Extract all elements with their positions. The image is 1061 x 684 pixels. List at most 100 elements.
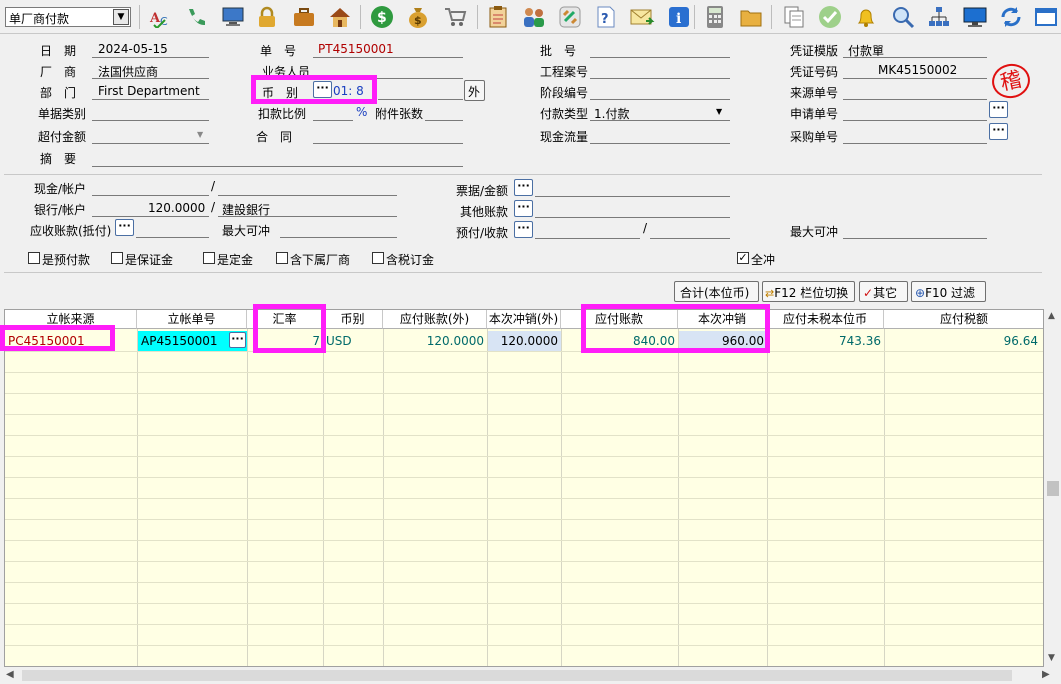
briefcase-icon[interactable] (291, 4, 317, 30)
dollar-coin-icon[interactable]: $ (369, 4, 395, 30)
col-header-currency[interactable]: 币别 (323, 310, 383, 329)
doc-no-value[interactable]: PT45150001 (318, 42, 394, 56)
cell-payable-foreign[interactable]: 120.0000 (383, 331, 487, 351)
attach-field[interactable] (425, 120, 463, 121)
cell-offset-foreign[interactable]: 120.0000 (488, 331, 561, 351)
max-offset-label-right: 最大可冲 (790, 225, 839, 239)
table-row[interactable]: PC45150001 AP45150001 ··· 7 USD 120.0000… (5, 330, 1043, 351)
col-header-tax[interactable]: 应付税额 (884, 310, 1043, 329)
folder-icon[interactable] (738, 4, 764, 30)
pay-type-dropdown-icon[interactable]: ▼ (716, 107, 722, 116)
cell-untaxed[interactable]: 743.36 (767, 331, 884, 351)
scrollbar-thumb[interactable] (22, 670, 1012, 681)
purchase-no-field[interactable] (843, 143, 987, 144)
sub-vendor-checkbox[interactable] (276, 252, 288, 264)
notes-lookup-button[interactable]: ··· (514, 179, 533, 196)
mail-icon[interactable] (629, 4, 655, 30)
help-document-icon[interactable]: ? (593, 4, 619, 30)
purchase-no-lookup-button[interactable]: ··· (989, 123, 1008, 140)
receivable-field[interactable] (136, 237, 209, 238)
copy-document-icon[interactable] (781, 4, 807, 30)
currency-value[interactable]: 01: 8 (333, 84, 364, 98)
cash-account-field[interactable] (218, 195, 397, 196)
bank-amount-field-line (92, 216, 209, 217)
scroll-up-icon[interactable]: ▲ (1048, 311, 1055, 321)
discount-field[interactable] (313, 120, 353, 121)
bank-amount-value[interactable]: 120.0000 (148, 201, 205, 215)
prepay-amount-field[interactable] (535, 238, 640, 239)
horizontal-scrollbar[interactable]: ◀ ▶ (0, 667, 1061, 684)
apply-no-lookup-button[interactable]: ··· (989, 101, 1008, 118)
summary-field[interactable] (92, 166, 463, 167)
magnifier-icon[interactable] (890, 4, 916, 30)
full-offset-checkbox[interactable]: ✓ (737, 252, 749, 264)
toolbar-separator (694, 5, 695, 29)
other-account-lookup-button[interactable]: ··· (514, 200, 533, 217)
org-chart-icon[interactable] (926, 4, 952, 30)
users-icon[interactable] (521, 4, 547, 30)
col-header-offset-foreign[interactable]: 本次冲销(外) (487, 310, 561, 329)
cash-flow-field[interactable] (590, 143, 730, 144)
chevron-down-icon[interactable]: ▼ (113, 9, 129, 25)
total-base-currency-button[interactable]: 合计(本位币) (674, 281, 759, 302)
dept-value[interactable]: First Department (98, 84, 200, 98)
deposit-checkbox-label: 是保证金 (125, 253, 174, 267)
cell-tax[interactable]: 96.64 (884, 331, 1041, 351)
other-account-field[interactable] (535, 217, 730, 218)
foreign-currency-button[interactable]: 外 (464, 80, 485, 101)
filter-button[interactable]: ⊕F10 过滤 (911, 281, 986, 302)
over-pay-dropdown-icon[interactable]: ▼ (197, 130, 203, 139)
other-account-label: 其他账款 (460, 205, 509, 219)
apply-no-field[interactable] (843, 120, 987, 121)
scroll-down-icon[interactable]: ▼ (1048, 653, 1055, 663)
spellcheck-icon[interactable]: AC (148, 4, 174, 30)
cash-amount-field[interactable] (92, 195, 209, 196)
window-icon[interactable] (1033, 4, 1059, 30)
calculator-icon[interactable] (702, 4, 728, 30)
batch-field[interactable] (590, 57, 730, 58)
source-no-field[interactable] (843, 99, 987, 100)
link-icon[interactable] (557, 4, 583, 30)
date-value[interactable]: 2024-05-15 (98, 42, 168, 56)
vertical-scrollbar[interactable]: ▲ ▼ (1045, 309, 1061, 667)
doc-type-field[interactable] (92, 120, 209, 121)
cell-currency[interactable]: USD (323, 331, 383, 351)
column-switch-button[interactable]: ⇄F12 栏位切换 (762, 281, 855, 302)
deposit-checkbox[interactable] (111, 252, 123, 264)
section-divider (4, 272, 1042, 273)
check-circle-icon[interactable] (817, 4, 843, 30)
bell-icon[interactable] (853, 4, 879, 30)
phone-icon[interactable] (182, 4, 208, 30)
tax-order-checkbox[interactable] (372, 252, 384, 264)
money-bag-icon[interactable]: $ (405, 4, 431, 30)
form-selector[interactable]: 单厂商付款 ▼ (5, 7, 131, 27)
prepay-account-field[interactable] (650, 238, 730, 239)
other-button[interactable]: ✓其它 (859, 281, 908, 302)
lock-icon[interactable] (254, 4, 280, 30)
prepay-checkbox[interactable] (28, 252, 40, 264)
project-field[interactable] (590, 78, 730, 79)
clipboard-icon[interactable] (485, 4, 511, 30)
fixed-deposit-checkbox[interactable] (203, 252, 215, 264)
stage-field[interactable] (590, 99, 730, 100)
refresh-icon[interactable] (998, 4, 1024, 30)
scroll-left-icon[interactable]: ◀ (6, 669, 14, 680)
col-header-payable-foreign[interactable]: 应付账款(外) (383, 310, 487, 329)
notes-field[interactable] (535, 196, 730, 197)
col-header-untaxed[interactable]: 应付未税本位币 (767, 310, 884, 329)
doc-no-lookup-button[interactable]: ··· (229, 332, 246, 348)
scroll-right-icon[interactable]: ▶ (1042, 669, 1050, 680)
voucher-no-value[interactable]: MK45150002 (878, 63, 957, 77)
contract-field[interactable] (313, 143, 463, 144)
prepay-lookup-button[interactable]: ··· (514, 221, 533, 238)
house-icon[interactable] (327, 4, 353, 30)
shopping-cart-icon[interactable] (442, 4, 468, 30)
info-icon[interactable]: i (666, 4, 692, 30)
over-pay-field[interactable] (92, 143, 209, 144)
display-icon[interactable] (962, 4, 988, 30)
monitor-icon[interactable] (220, 4, 246, 30)
currency-lookup-button[interactable]: ··· (313, 81, 332, 98)
col-header-doc-no[interactable]: 立帐单号 (137, 310, 247, 329)
receivable-lookup-button[interactable]: ··· (115, 219, 134, 236)
scrollbar-thumb[interactable] (1047, 481, 1059, 496)
